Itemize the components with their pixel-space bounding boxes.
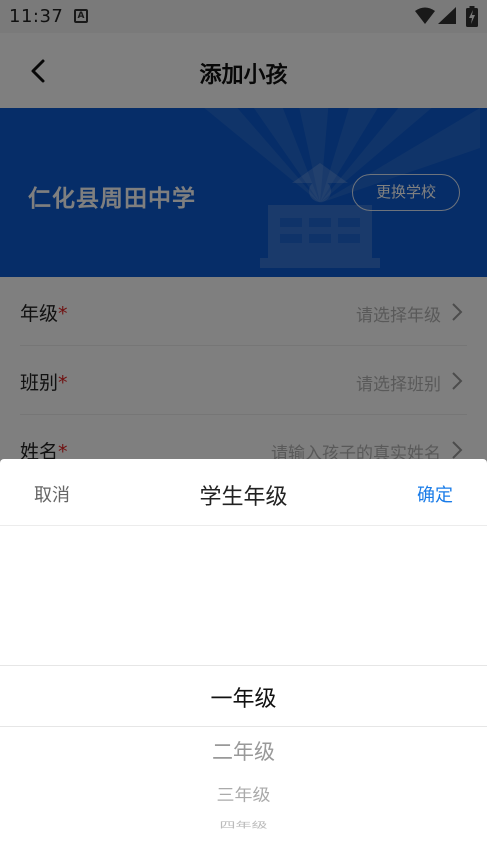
picker-option[interactable]: 二年级 xyxy=(0,736,487,766)
picker-header: 取消 学生年级 确定 xyxy=(0,459,487,526)
confirm-button[interactable]: 确定 xyxy=(417,481,453,507)
picker-option[interactable]: 三年级 xyxy=(0,782,487,805)
picker-selection-line-top xyxy=(0,665,487,666)
picker-option-selected[interactable]: 一年级 xyxy=(0,681,487,713)
picker-selection-line-bottom xyxy=(0,726,487,727)
grade-picker-sheet: 取消 学生年级 确定 一年级 二年级 三年级 四年级 xyxy=(0,459,487,865)
picker-option[interactable]: 四年级 xyxy=(0,818,487,829)
picker-title: 学生年级 xyxy=(199,485,288,510)
